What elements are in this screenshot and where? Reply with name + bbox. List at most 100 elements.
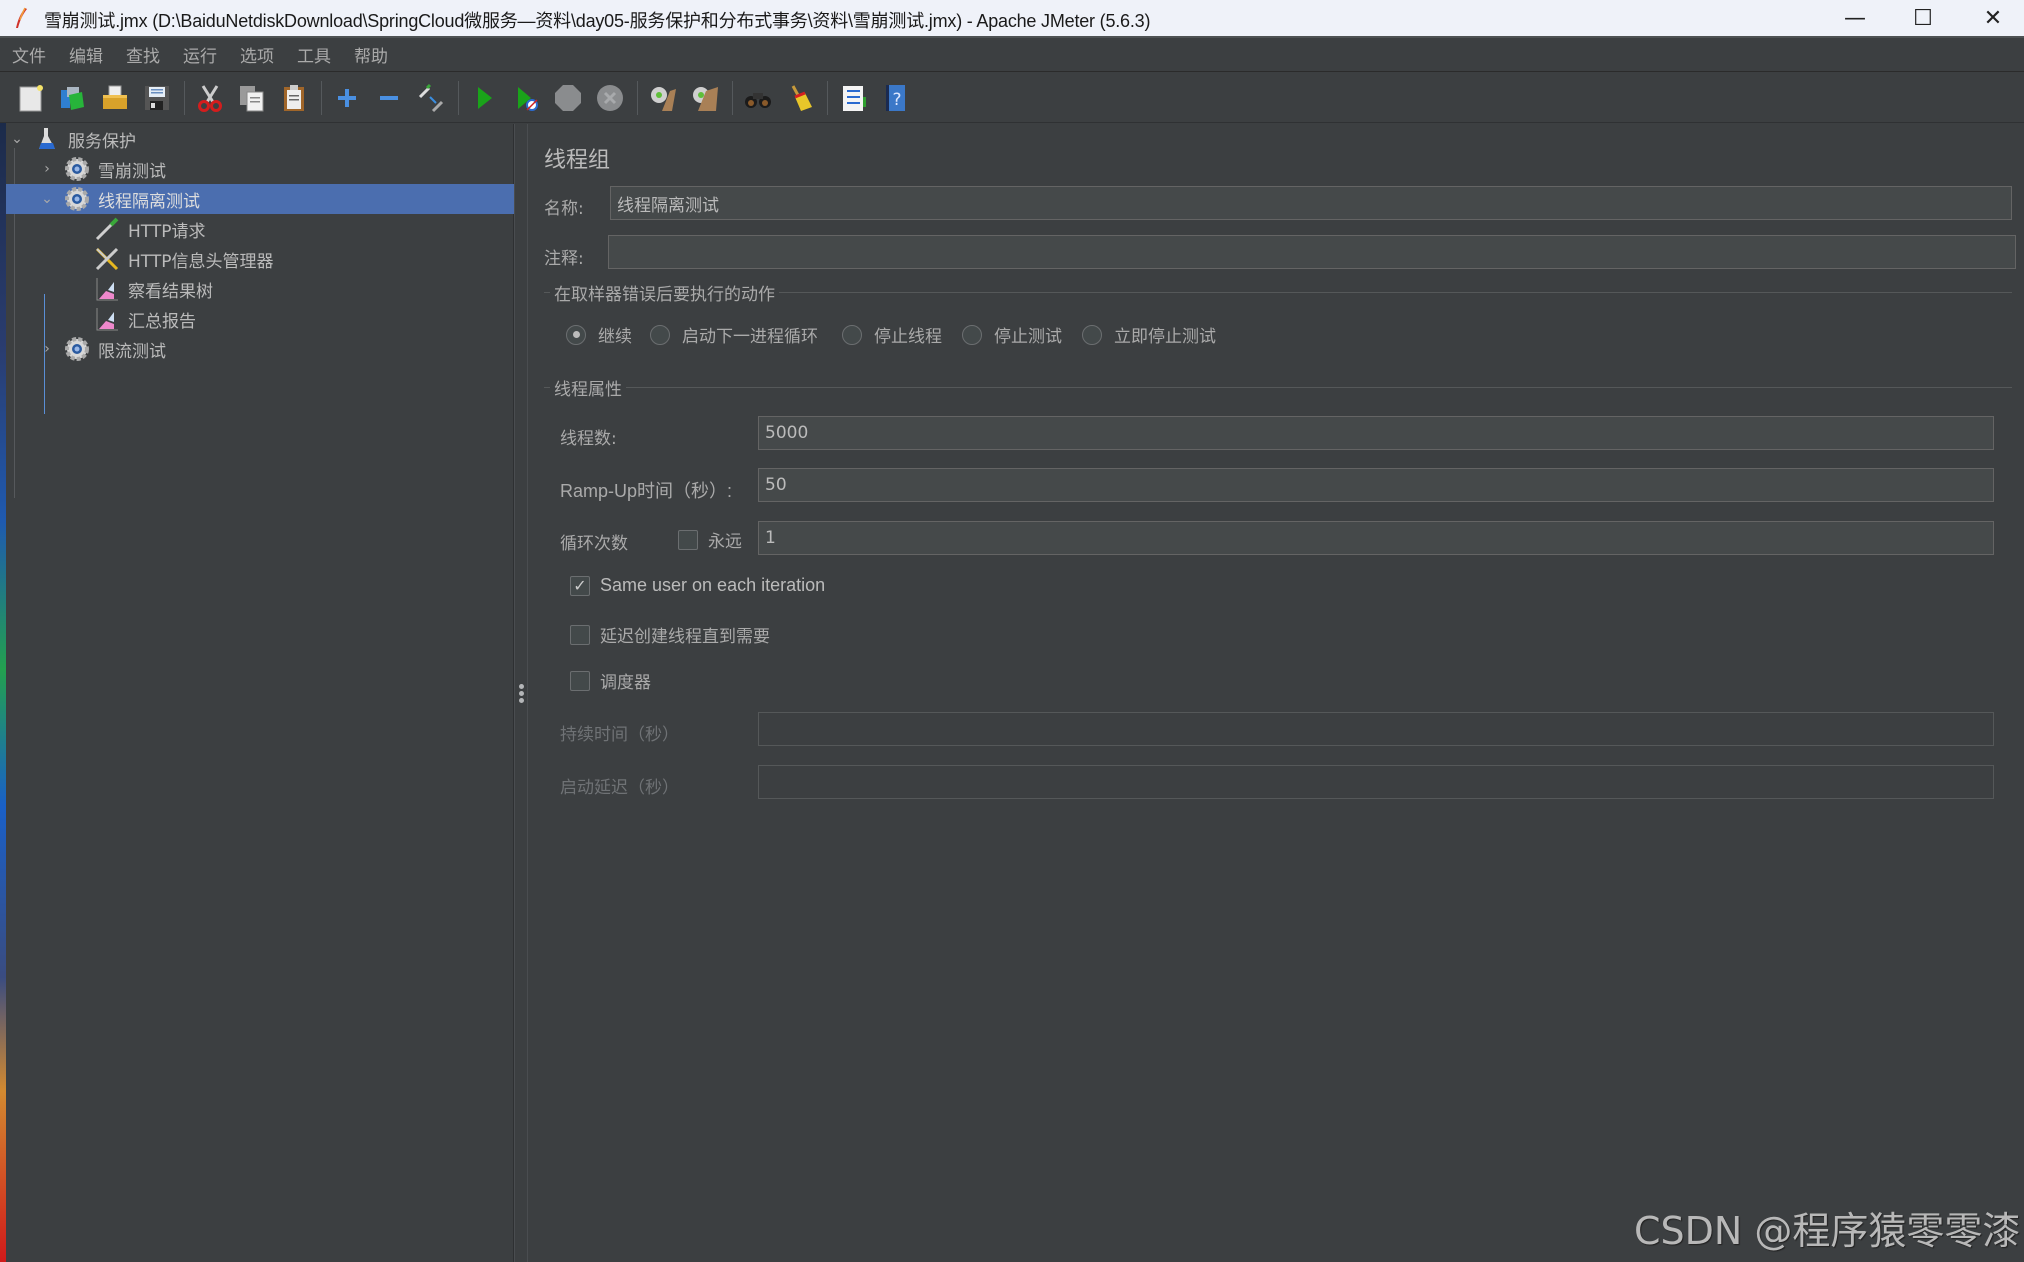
delay-thread-creation-checkbox[interactable]: 延迟创建线程直到需要 <box>570 622 770 647</box>
play-no-timer-icon <box>518 86 538 111</box>
checkmark-icon[interactable]: ✓ <box>570 575 590 596</box>
radio-stop-test-now[interactable]: 立即停止测试 <box>1082 322 1216 347</box>
paste-button[interactable] <box>277 81 311 115</box>
chevron-down-icon[interactable]: ⌄ <box>38 191 56 207</box>
start-button[interactable] <box>467 81 501 115</box>
comment-input[interactable] <box>608 235 2016 269</box>
broom-icon <box>791 84 812 111</box>
tree-node-thread-group[interactable]: › 限流测试 <box>6 334 514 364</box>
close-button[interactable]: ✕ <box>1958 0 2024 36</box>
split-pane-divider[interactable] <box>514 124 528 1262</box>
name-input[interactable] <box>610 186 2012 220</box>
menu-run[interactable]: 运行 <box>183 42 217 67</box>
toolbar: ? <box>0 73 2024 123</box>
duration-input[interactable] <box>758 712 1994 746</box>
radio-button[interactable] <box>962 324 982 345</box>
chevron-down-icon[interactable]: ⌄ <box>8 131 26 147</box>
collapse-button[interactable] <box>372 81 406 115</box>
tree-node-label: HTTP请求 <box>128 221 206 242</box>
radio-start-next-loop[interactable]: 启动下一进程循环 <box>650 322 818 347</box>
checkbox-box[interactable] <box>678 529 698 550</box>
chevron-right-icon[interactable]: › <box>38 341 56 357</box>
header-manager-tools-icon <box>94 246 120 272</box>
shutdown-button[interactable] <box>593 81 627 115</box>
same-user-checkbox[interactable]: ✓ Same user on each iteration <box>570 575 825 596</box>
tree-node-label: 察看结果树 <box>128 281 213 302</box>
panel-title: 线程组 <box>544 148 611 173</box>
radio-stop-thread[interactable]: 停止线程 <box>842 322 942 347</box>
open-button[interactable] <box>98 81 132 115</box>
title-bar: 雪崩测试.jmx (D:\BaiduNetdiskDownload\Spring… <box>0 0 2024 38</box>
forever-checkbox[interactable]: 永远 <box>678 527 742 552</box>
function-helper-button[interactable] <box>836 81 870 115</box>
menu-help[interactable]: 帮助 <box>354 42 388 67</box>
menu-file[interactable]: 文件 <box>12 42 46 67</box>
radio-label: 继续 <box>598 327 632 347</box>
radio-label: 立即停止测试 <box>1114 327 1216 347</box>
templates-button[interactable] <box>56 81 90 115</box>
radio-button[interactable] <box>1082 324 1102 345</box>
copy-button[interactable] <box>235 81 269 115</box>
loop-count-input[interactable] <box>758 521 1994 555</box>
menu-bar: 文件 编辑 查找 运行 选项 工具 帮助 <box>0 38 2024 72</box>
threads-input[interactable] <box>758 416 1994 450</box>
chevron-right-icon[interactable]: › <box>38 161 56 177</box>
radio-label: 启动下一进程循环 <box>682 327 818 347</box>
new-button[interactable] <box>14 81 48 115</box>
toggle-button[interactable] <box>414 81 448 115</box>
cut-button[interactable] <box>193 81 227 115</box>
help-button[interactable]: ? <box>878 81 912 115</box>
tree-node-summary-report[interactable]: 汇总报告 <box>6 304 514 334</box>
stop-icon <box>555 84 581 111</box>
scheduler-checkbox[interactable]: 调度器 <box>570 668 651 693</box>
start-no-pauses-button[interactable] <box>509 81 543 115</box>
thread-group-panel: 线程组 名称: 注释: 在取样器错误后要执行的动作 继续 启动下一进程循环 停止… <box>528 124 2024 1262</box>
clear-gear-broom-icon <box>651 86 676 111</box>
same-user-label: Same user on each iteration <box>600 575 826 595</box>
clear-all-button[interactable] <box>688 81 722 115</box>
tree-node-results-tree[interactable]: 察看结果树 <box>6 274 514 304</box>
toolbar-separator <box>458 80 459 115</box>
radio-stop-test[interactable]: 停止测试 <box>962 322 1062 347</box>
checkbox-box[interactable] <box>570 670 590 691</box>
tree-node-thread-group-selected[interactable]: ⌄ 线程隔离测试 <box>6 184 514 214</box>
drag-handle-icon[interactable] <box>519 684 524 705</box>
save-button[interactable] <box>140 81 174 115</box>
tree-node-header-manager[interactable]: HTTP信息头管理器 <box>6 244 514 274</box>
radio-label: 停止测试 <box>994 327 1062 347</box>
test-plan-flask-icon <box>34 126 60 152</box>
radio-continue[interactable]: 继续 <box>566 322 632 347</box>
radio-button[interactable] <box>842 324 862 345</box>
thread-group-gear-icon <box>64 186 90 212</box>
menu-tools[interactable]: 工具 <box>297 42 331 67</box>
radio-button[interactable] <box>566 324 586 345</box>
reset-search-button[interactable] <box>783 81 817 115</box>
function-list-icon <box>843 85 866 111</box>
expand-button[interactable] <box>330 81 364 115</box>
maximize-button[interactable]: ☐ <box>1888 0 1958 36</box>
tree-node-label: 服务保护 <box>68 131 136 152</box>
rampup-label: Ramp-Up时间（秒）: <box>560 481 733 501</box>
stop-button[interactable] <box>551 81 585 115</box>
name-label: 名称: <box>544 199 584 219</box>
menu-search[interactable]: 查找 <box>126 42 160 67</box>
checkbox-box[interactable] <box>570 624 590 645</box>
tree-node-test-plan[interactable]: ⌄ 服务保护 <box>6 124 514 154</box>
radio-button[interactable] <box>650 324 670 345</box>
delay-thread-creation-label: 延迟创建线程直到需要 <box>600 627 770 647</box>
forever-label: 永远 <box>708 532 742 552</box>
minimize-button[interactable]: — <box>1820 0 1890 36</box>
thread-group-gear-icon <box>64 156 90 182</box>
clear-button[interactable] <box>646 81 680 115</box>
startup-delay-input[interactable] <box>758 765 1994 799</box>
open-folder-icon <box>103 85 127 109</box>
tree-node-http-sampler[interactable]: HTTP请求 <box>6 214 514 244</box>
copy-icon <box>240 85 264 111</box>
new-file-icon <box>19 84 43 111</box>
rampup-input[interactable] <box>758 468 1994 502</box>
clear-all-gear-broom-icon <box>693 86 718 111</box>
tree-node-thread-group[interactable]: › 雪崩测试 <box>6 154 514 184</box>
menu-edit[interactable]: 编辑 <box>69 42 103 67</box>
search-button[interactable] <box>741 81 775 115</box>
menu-options[interactable]: 选项 <box>240 42 274 67</box>
